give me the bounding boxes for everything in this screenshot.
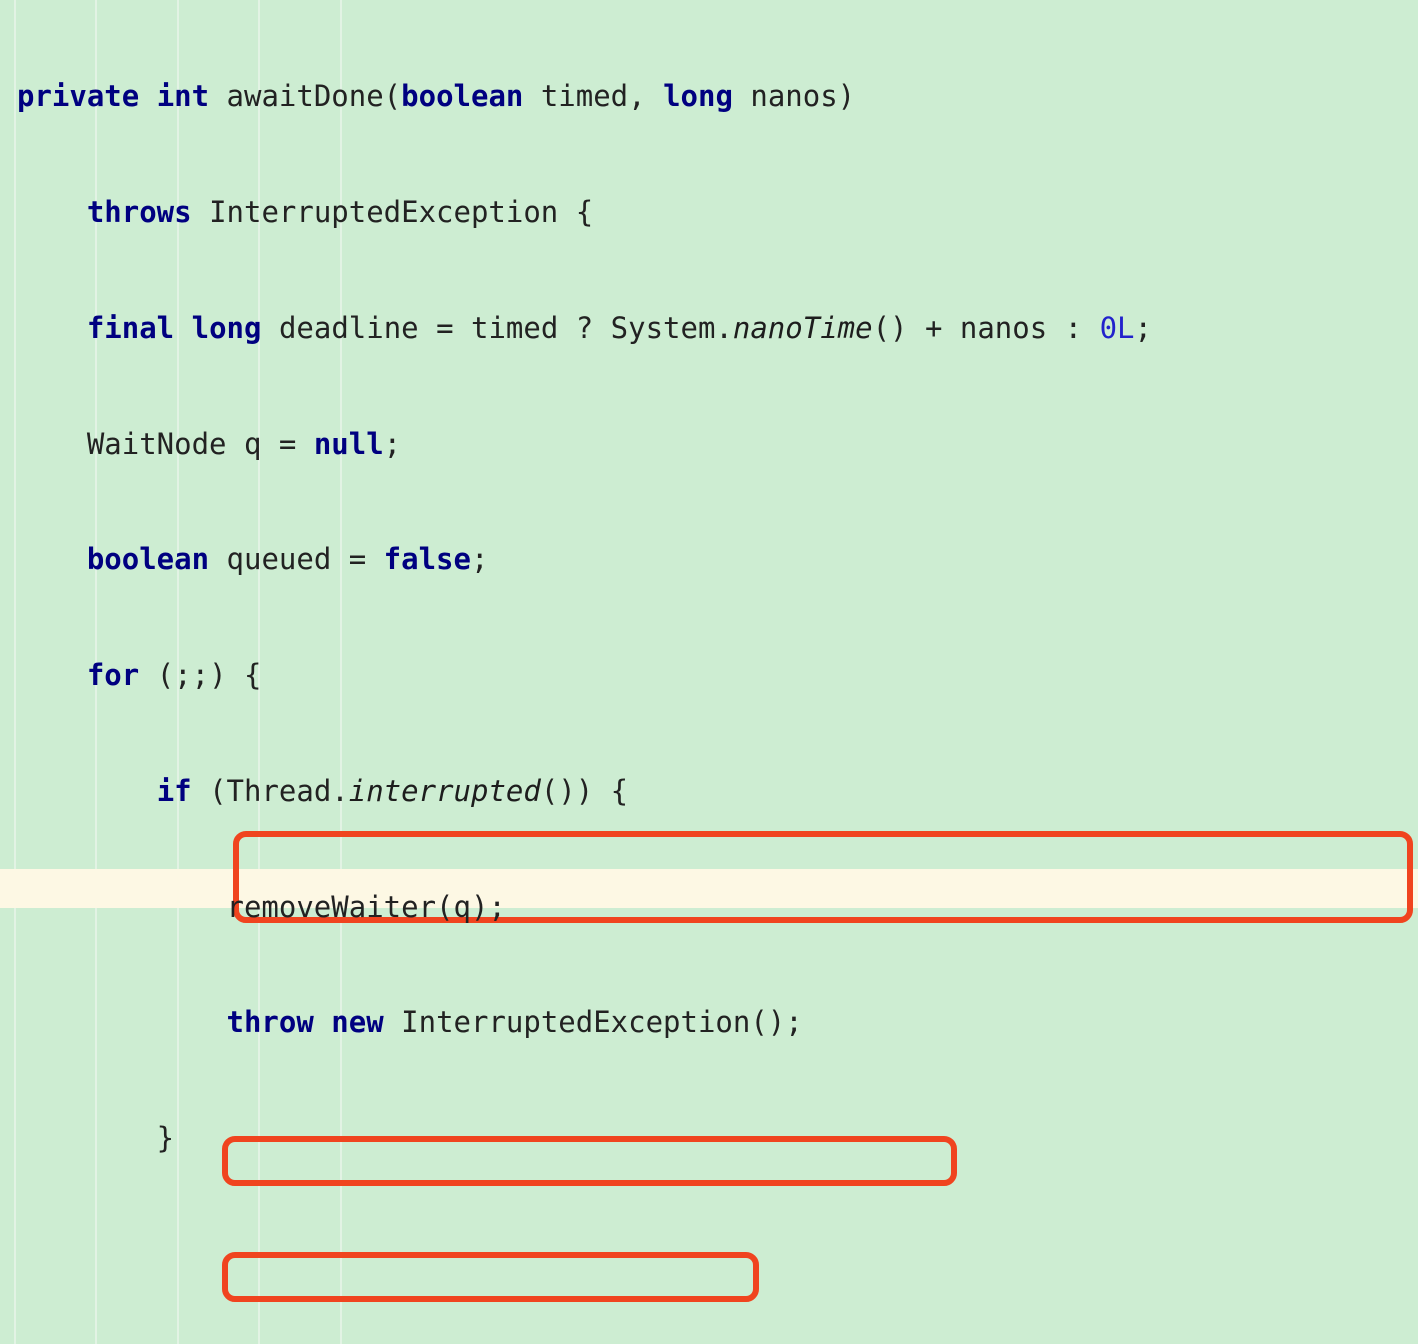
code-text[interactable]: private int awaitDone(boolean timed, lon…	[0, 0, 1418, 1344]
code-line: throws InterruptedException {	[86, 194, 594, 229]
code-line: throw new InterruptedException();	[226, 1005, 803, 1040]
code-line: private int awaitDone(boolean timed, lon…	[17, 79, 856, 114]
code-line: WaitNode q = null;	[17, 426, 402, 461]
code-line: if (Thread.interrupted()) {	[156, 773, 629, 808]
code-line: }	[17, 1121, 175, 1156]
code-editor[interactable]: private int awaitDone(boolean timed, lon…	[0, 0, 1418, 1344]
code-line: final long deadline = timed ? System.nan…	[86, 310, 1152, 345]
code-line: removeWaiter(q);	[17, 889, 506, 924]
code-line: for (;;) {	[86, 658, 262, 693]
code-line: boolean queued = false;	[86, 542, 489, 577]
